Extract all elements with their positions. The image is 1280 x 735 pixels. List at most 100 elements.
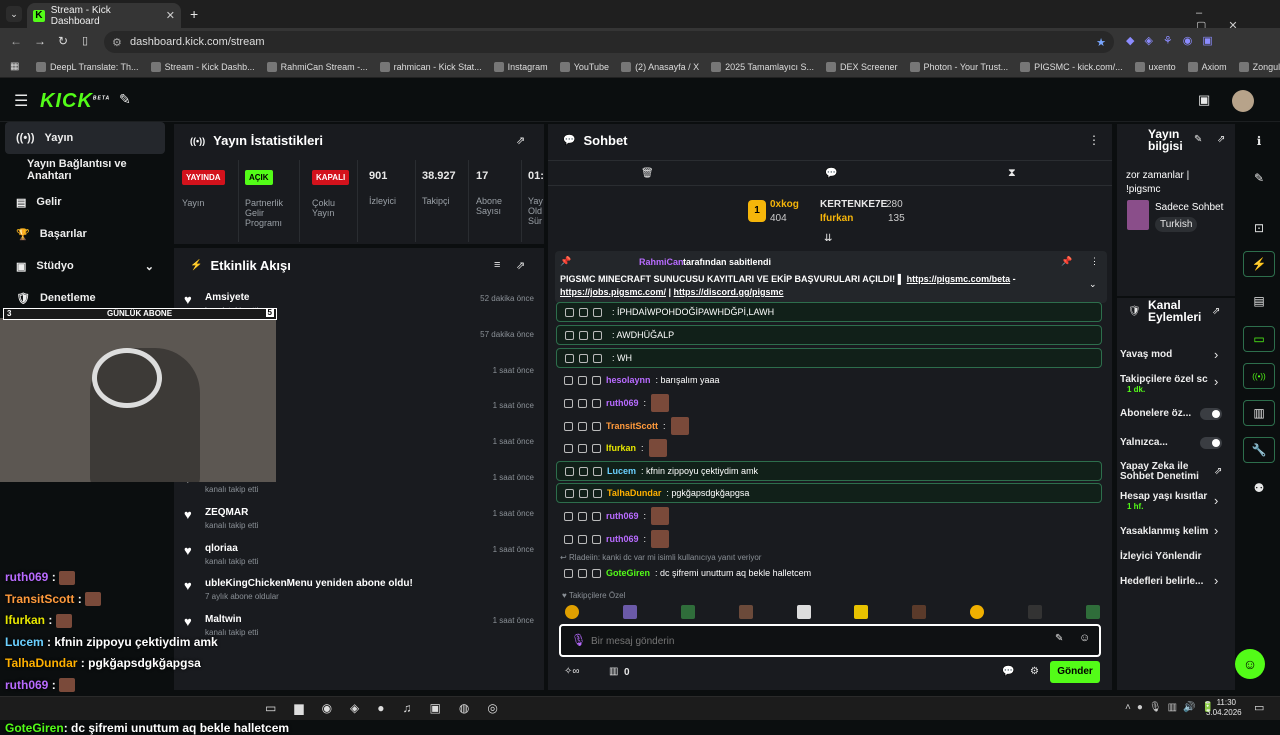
info-icon[interactable]: ℹ bbox=[1243, 128, 1275, 154]
hourglass-icon[interactable] bbox=[578, 534, 587, 544]
hourglass-icon[interactable] bbox=[578, 511, 587, 521]
users-icon[interactable]: ⚉ bbox=[1243, 475, 1275, 501]
action-ai-moderation[interactable]: Yapay Zeka ile Sohbet Denetimi bbox=[1120, 462, 1200, 482]
emote-only-toggle[interactable] bbox=[1200, 437, 1222, 449]
wrench-icon[interactable]: 🔧 bbox=[1243, 437, 1275, 463]
broadcast-icon[interactable]: ((•)) bbox=[1243, 363, 1275, 389]
notifications-icon[interactable]: ▭ bbox=[1254, 701, 1264, 714]
chat-username[interactable]: Ifurkan bbox=[606, 443, 636, 453]
chat-bubble-icon[interactable]: ▭ bbox=[1243, 326, 1275, 352]
address-bar[interactable]: ⚙ dashboard.kick.com/stream ★ bbox=[104, 31, 1114, 53]
apps-icon[interactable]: ▦ bbox=[10, 61, 19, 72]
kick-logo[interactable]: KICKBETA bbox=[40, 90, 110, 113]
hourglass-icon[interactable] bbox=[578, 421, 587, 431]
bookmark-item[interactable]: YouTube bbox=[559, 61, 609, 72]
trash-icon[interactable] bbox=[565, 307, 574, 317]
bookmark-item[interactable]: Instagram bbox=[493, 61, 548, 72]
trash-icon[interactable] bbox=[565, 353, 574, 363]
trash-icon[interactable] bbox=[565, 330, 574, 340]
capture-icon[interactable]: ⊡ bbox=[1243, 215, 1275, 241]
hourglass-icon[interactable] bbox=[579, 488, 588, 498]
pinned-link[interactable]: https://pigsmc.com/beta bbox=[907, 274, 1011, 284]
emote-row[interactable] bbox=[565, 605, 1100, 621]
action-emote-only[interactable]: Yalnızca... bbox=[1120, 437, 1168, 448]
chat-message[interactable]: ruth069: bbox=[556, 506, 1102, 526]
chevron-right-icon[interactable]: › bbox=[1214, 573, 1218, 588]
edit-icon[interactable]: ✎ bbox=[1194, 134, 1202, 145]
unpin-icon[interactable]: 📌 bbox=[1061, 256, 1072, 267]
bookmark-item[interactable]: Zonguldak İngilizce... bbox=[1238, 61, 1280, 72]
trash-icon[interactable] bbox=[564, 375, 573, 385]
bookmark-item[interactable]: PIGSMC - kick.com/... bbox=[1020, 61, 1123, 72]
popout-icon[interactable]: ⇗ bbox=[516, 259, 525, 272]
site-info-icon[interactable]: ⚙ bbox=[112, 36, 122, 49]
bookmark-item[interactable]: RahmiCan Stream -... bbox=[266, 61, 368, 72]
points-icon[interactable]: ✧∞ bbox=[564, 666, 580, 677]
more-options-icon[interactable]: ⋮ bbox=[1090, 256, 1099, 267]
edit-icon[interactable]: ✎ bbox=[1243, 165, 1275, 191]
subscribers-only-toggle[interactable] bbox=[1200, 408, 1222, 420]
menu-icon[interactable]: ☰ bbox=[14, 91, 28, 111]
action-account-age[interactable]: Hesap yaşı kısıtlar bbox=[1120, 491, 1208, 502]
chat-message[interactable]: : İPHDAİWPOHDOĞİPAWHDĞPİ,LAWH bbox=[556, 302, 1102, 322]
chat-message[interactable]: hesolaynn: barışalım yaaa bbox=[556, 370, 1102, 390]
hourglass-icon[interactable] bbox=[579, 307, 588, 317]
chat-username[interactable]: TalhaDundar bbox=[607, 488, 661, 498]
extensions-area[interactable]: ◆◈⚘◉▣ bbox=[1126, 34, 1223, 47]
sidebar-item-gelir[interactable]: ▤ Gelir bbox=[0, 186, 170, 218]
sidebar-item-studyo[interactable]: ▣ Stüdyo ⌄ bbox=[0, 250, 170, 282]
pinned-link[interactable]: https://jobs.pigsmc.com/ bbox=[560, 287, 666, 297]
bookmark-item[interactable]: rahmican - Kick Stat... bbox=[379, 61, 482, 72]
chat-username[interactable]: Lucem bbox=[607, 466, 636, 476]
chat-username[interactable]: ruth069 bbox=[606, 511, 639, 521]
hourglass-icon[interactable] bbox=[578, 443, 587, 453]
popout-icon[interactable]: ⇗ bbox=[1217, 134, 1225, 145]
preview-icon[interactable]: ▣ bbox=[1198, 92, 1210, 108]
trash-icon[interactable] bbox=[564, 443, 573, 453]
chat-message[interactable]: Ifurkan: bbox=[556, 438, 1102, 458]
bookmark-item[interactable]: Axiom bbox=[1187, 61, 1227, 72]
sidebar-item-yayin[interactable]: ((•)) Yayın bbox=[5, 122, 165, 154]
chat-bubble-icon[interactable]: 💬 bbox=[1002, 666, 1014, 677]
filter-icon[interactable]: ≡ bbox=[494, 259, 500, 271]
emoji-icon[interactable]: ☺ bbox=[1079, 632, 1090, 644]
bookmark-item[interactable]: 2025 Tamamlayıcı S... bbox=[711, 61, 814, 72]
chat-message[interactable]: : WH bbox=[556, 348, 1102, 368]
bookmark-item[interactable]: Photon - Your Trust... bbox=[909, 61, 1008, 72]
support-button[interactable]: ☺ bbox=[1235, 649, 1265, 679]
hourglass-icon[interactable]: ⧗ bbox=[1008, 167, 1016, 180]
chat-message[interactable]: ruth069: bbox=[556, 529, 1102, 549]
chevron-right-icon[interactable]: › bbox=[1214, 347, 1218, 362]
trash-icon[interactable] bbox=[564, 421, 573, 431]
chat-message[interactable]: Lucem: kfnin zippoyu çektiydim amk bbox=[556, 461, 1102, 481]
scroll-down-icon[interactable]: ⇊ bbox=[824, 233, 832, 244]
chat-username[interactable]: hesolaynn bbox=[606, 375, 651, 385]
bookmark-item[interactable]: uxento bbox=[1134, 61, 1176, 72]
action-slow-mode[interactable]: Yavaş mod bbox=[1120, 349, 1172, 360]
bookmark-star-icon[interactable]: ★ bbox=[1096, 36, 1106, 49]
browser-tab[interactable]: K Stream - Kick Dashboard ✕ bbox=[27, 3, 181, 28]
back-icon[interactable]: ← bbox=[10, 34, 22, 48]
hourglass-icon[interactable] bbox=[579, 330, 588, 340]
pinned-message[interactable]: 📌 RahmiCan tarafından sabitlendi 📌 ⋮ PIG… bbox=[555, 251, 1107, 303]
action-banned-words[interactable]: Yasaklanmış kelim bbox=[1120, 526, 1208, 537]
action-subscribers-only[interactable]: Abonelere öz... bbox=[1120, 408, 1191, 419]
chat-message[interactable]: TalhaDundar: pgkğapsdgkğapgsa bbox=[556, 483, 1102, 503]
hourglass-icon[interactable] bbox=[578, 375, 587, 385]
trash-icon[interactable] bbox=[565, 488, 574, 498]
avatar[interactable] bbox=[1232, 90, 1254, 112]
split-view-icon[interactable]: ▯ bbox=[82, 34, 88, 47]
bookmark-item[interactable]: DeepL Translate: Th... bbox=[36, 61, 139, 72]
chat-message[interactable]: : AWDHÜĞALP bbox=[556, 325, 1102, 345]
hourglass-icon[interactable] bbox=[578, 398, 587, 408]
chevron-right-icon[interactable]: › bbox=[1214, 493, 1218, 508]
reload-icon[interactable]: ↻ bbox=[58, 34, 68, 48]
action-followers-only[interactable]: Takipçilere özel sc bbox=[1120, 374, 1208, 385]
trash-icon[interactable] bbox=[564, 511, 573, 521]
popout-icon[interactable]: ⇗ bbox=[1212, 306, 1220, 317]
bookmark-item[interactable]: Stream - Kick Dashb... bbox=[150, 61, 255, 72]
trash-icon[interactable] bbox=[564, 534, 573, 544]
chat-username[interactable]: TransitScott bbox=[606, 421, 658, 431]
send-button[interactable]: Gönder bbox=[1050, 661, 1100, 683]
chevron-down-icon[interactable]: ⌄ bbox=[1089, 279, 1097, 290]
